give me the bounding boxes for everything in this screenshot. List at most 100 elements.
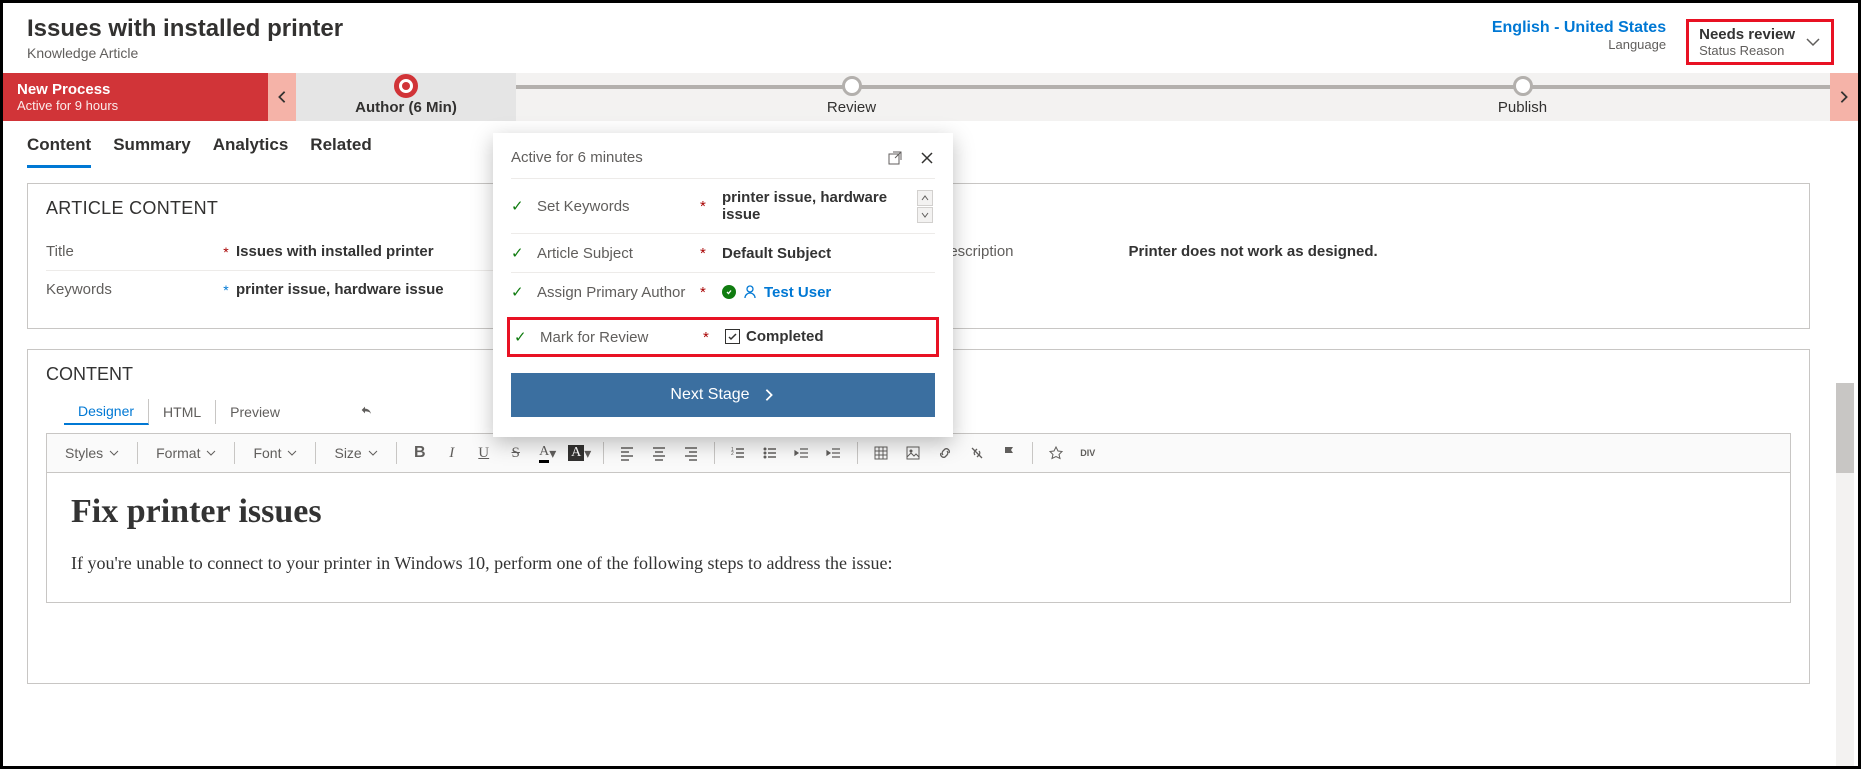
field-description[interactable]: Description Printer does not work as des… (939, 233, 1792, 270)
stage-circle-icon (394, 74, 418, 98)
required-icon: * (700, 245, 714, 262)
align-left-icon[interactable] (614, 440, 640, 466)
stage-author[interactable]: Author (6 Min) (296, 73, 516, 121)
flyout-active-time: Active for 6 minutes (511, 149, 643, 166)
check-icon: ✓ (511, 244, 529, 262)
editor-paragraph: If you're unable to connect to your prin… (71, 553, 1766, 574)
check-icon: ✓ (511, 197, 529, 215)
status-value: Needs review (1699, 26, 1795, 43)
required-icon (1109, 244, 1129, 260)
stage-label: Review (827, 99, 876, 116)
flag-icon[interactable] (996, 440, 1022, 466)
entity-type: Knowledge Article (27, 45, 343, 61)
person-icon (742, 284, 758, 300)
status-reason-block[interactable]: Needs review Status Reason (1686, 19, 1834, 65)
chevron-down-icon (1805, 34, 1821, 50)
flyout-label: Article Subject (537, 245, 692, 262)
unlink-icon[interactable] (964, 440, 990, 466)
editor-tab-preview[interactable]: Preview (216, 400, 294, 424)
indent-icon[interactable] (821, 440, 847, 466)
process-next-arrow[interactable] (1830, 73, 1858, 121)
language-block[interactable]: English - United States Language (1492, 19, 1666, 52)
image-icon[interactable] (900, 440, 926, 466)
svg-text:2: 2 (731, 451, 734, 457)
status-label: Status Reason (1699, 43, 1795, 58)
stage-publish[interactable]: Publish (1187, 73, 1858, 121)
align-right-icon[interactable] (678, 440, 704, 466)
underline-icon[interactable]: U (471, 440, 497, 466)
undo-icon[interactable] (354, 399, 380, 425)
toolbar-font-select[interactable]: Font (245, 443, 305, 463)
flyout-value: printer issue, hardware issue (722, 189, 909, 223)
tab-summary[interactable]: Summary (113, 135, 190, 168)
table-icon[interactable] (868, 440, 894, 466)
required-icon: * (700, 198, 714, 215)
editor-tab-html[interactable]: HTML (149, 400, 216, 424)
required-icon: * (700, 284, 714, 301)
font-color-icon[interactable]: A▾ (535, 440, 561, 466)
presence-icon (722, 285, 736, 299)
strikethrough-icon[interactable]: S (503, 440, 529, 466)
required-icon: * (703, 329, 717, 346)
field-label: Description (939, 243, 1109, 260)
field-value: Printer does not work as designed. (1129, 243, 1378, 260)
highlight-icon[interactable]: A▾ (567, 440, 593, 466)
flyout-value[interactable]: Test User (722, 284, 935, 301)
checkbox-label: Completed (746, 328, 824, 345)
align-center-icon[interactable] (646, 440, 672, 466)
stage-review[interactable]: Review (516, 73, 1187, 121)
embed-icon[interactable] (1043, 440, 1069, 466)
flyout-row-author[interactable]: ✓ Assign Primary Author * Test User (511, 272, 935, 311)
editor-body[interactable]: Fix printer issues If you're unable to c… (46, 473, 1791, 603)
link-icon[interactable] (932, 440, 958, 466)
recommended-icon: * (216, 282, 236, 298)
process-name-block[interactable]: New Process Active for 9 hours (3, 73, 268, 121)
tab-content[interactable]: Content (27, 135, 91, 168)
editor-toolbar: Styles Format Font Size B I U S A▾ A▾ 1 (46, 433, 1791, 473)
field-value: printer issue, hardware issue (236, 281, 444, 298)
stage-label: Publish (1498, 99, 1547, 116)
mini-scrollbar[interactable] (917, 190, 935, 223)
process-prev-arrow[interactable] (268, 73, 296, 121)
flyout-row-keywords[interactable]: ✓ Set Keywords * printer issue, hardware… (511, 178, 935, 233)
bold-icon[interactable]: B (407, 440, 433, 466)
required-icon: * (216, 244, 236, 260)
editor-tab-designer[interactable]: Designer (64, 399, 149, 425)
close-icon[interactable] (919, 150, 935, 166)
field-label: Keywords (46, 281, 216, 298)
stage-circle-icon (1513, 76, 1533, 96)
toolbar-format-select[interactable]: Format (148, 443, 224, 463)
toolbar-size-select[interactable]: Size (326, 443, 385, 463)
process-name: New Process (17, 81, 254, 98)
stage-flyout: Active for 6 minutes ✓ Set Keywords * pr… (493, 133, 953, 437)
field-label: Title (46, 243, 216, 260)
stage-circle-icon (842, 76, 862, 96)
italic-icon[interactable]: I (439, 440, 465, 466)
next-stage-button[interactable]: Next Stage (511, 373, 935, 417)
flyout-label: Set Keywords (537, 198, 692, 215)
stage-label: Author (6 Min) (355, 99, 457, 116)
page-title: Issues with installed printer (27, 15, 343, 43)
popout-icon[interactable] (887, 150, 903, 166)
field-value: Issues with installed printer (236, 243, 434, 260)
flyout-row-mark-review[interactable]: ✓ Mark for Review * Completed (514, 324, 932, 350)
flyout-label: Assign Primary Author (537, 284, 692, 301)
tab-analytics[interactable]: Analytics (213, 135, 289, 168)
mark-review-checkbox[interactable]: Completed (725, 328, 824, 345)
div-icon[interactable]: DIV (1075, 440, 1101, 466)
outdent-icon[interactable] (789, 440, 815, 466)
bullet-list-icon[interactable] (757, 440, 783, 466)
toolbar-styles-select[interactable]: Styles (57, 443, 127, 463)
editor-h1: Fix printer issues (71, 493, 1766, 531)
flyout-label: Mark for Review (540, 329, 695, 346)
scrollbar-thumb[interactable] (1836, 383, 1854, 473)
process-active-time: Active for 9 hours (17, 98, 254, 113)
check-icon: ✓ (511, 283, 529, 301)
numbered-list-icon[interactable]: 12 (725, 440, 751, 466)
flyout-value: Default Subject (722, 245, 935, 262)
flyout-row-subject[interactable]: ✓ Article Subject * Default Subject (511, 233, 935, 272)
language-value: English - United States (1492, 19, 1666, 37)
language-label: Language (1492, 37, 1666, 52)
check-icon: ✓ (514, 328, 532, 346)
tab-related[interactable]: Related (310, 135, 371, 168)
